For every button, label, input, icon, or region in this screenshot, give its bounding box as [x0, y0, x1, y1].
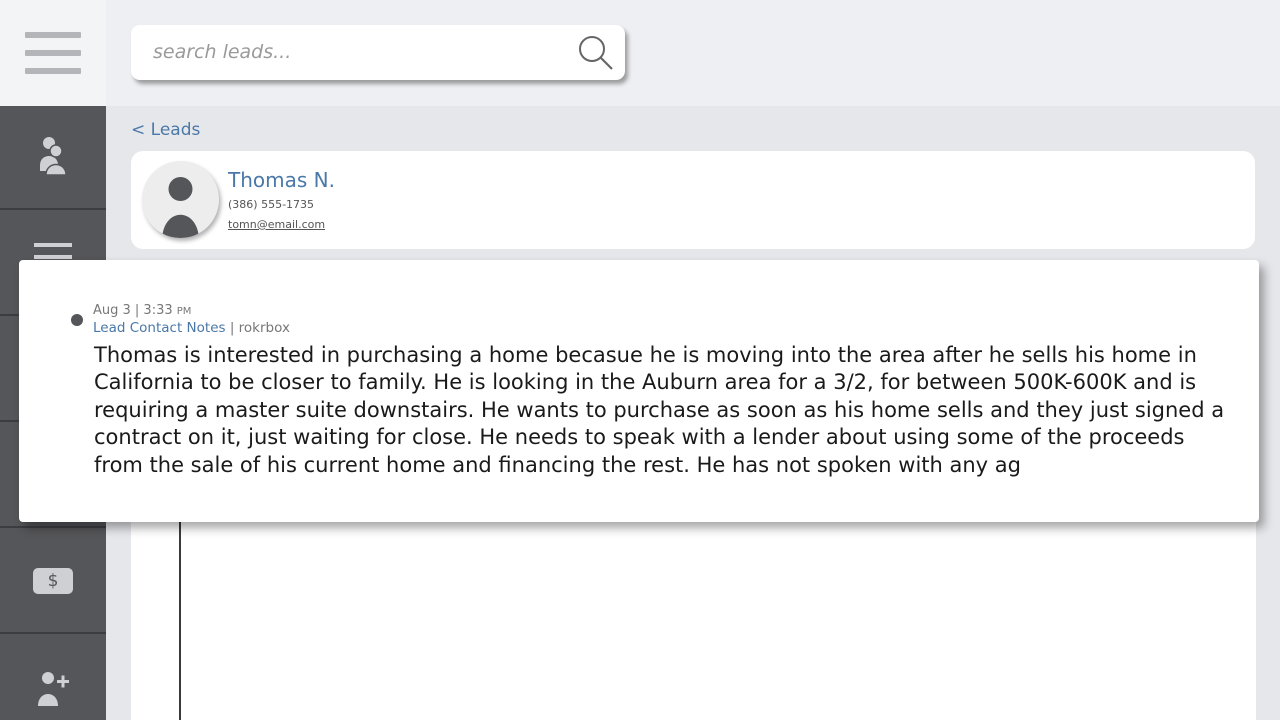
note-date-text: Aug 3 | 3:33: [93, 303, 173, 318]
users-icon: [40, 137, 67, 176]
lead-name: Thomas N.: [228, 168, 335, 192]
note-source: rokrbox: [238, 320, 290, 336]
timeline-line: [179, 500, 181, 720]
lead-email[interactable]: tomn@email.com: [228, 218, 325, 231]
topbar: [106, 0, 1280, 106]
timeline-panel: [131, 500, 1256, 720]
note-separator: |: [225, 320, 239, 336]
timeline-dot: [71, 314, 83, 326]
note-meta: Lead Contact Notes | rokrbox: [93, 320, 290, 336]
search-icon[interactable]: [577, 34, 615, 72]
back-to-leads-link[interactable]: < Leads: [131, 120, 200, 140]
lead-card: Thomas N. (386) 555-1735 tomn@email.com: [131, 151, 1255, 249]
note-type-link[interactable]: Lead Contact Notes: [93, 320, 226, 336]
note-popup: Aug 3 | 3:33 PM Lead Contact Notes | rok…: [19, 260, 1259, 522]
add-user-icon: [38, 672, 69, 706]
note-ampm: PM: [176, 306, 192, 317]
dollar-icon: $: [33, 568, 73, 594]
note-body: Thomas is interested in purchasing a hom…: [94, 343, 1225, 477]
lead-phone: (386) 555-1735: [228, 198, 315, 211]
sidebar-item-add-lead[interactable]: [0, 636, 106, 720]
note-date: Aug 3 | 3:33 PM: [93, 303, 191, 318]
search-input[interactable]: [153, 35, 563, 69]
menu-box: [0, 0, 106, 106]
dollar-label: $: [47, 571, 59, 591]
sidebar-item-leads[interactable]: [0, 106, 106, 210]
person-silhouette-icon: [162, 177, 199, 238]
sidebar-item-transactions[interactable]: $: [0, 530, 106, 634]
search-box: [131, 25, 625, 80]
hamburger-menu-icon[interactable]: [25, 32, 81, 74]
avatar: [142, 161, 219, 238]
